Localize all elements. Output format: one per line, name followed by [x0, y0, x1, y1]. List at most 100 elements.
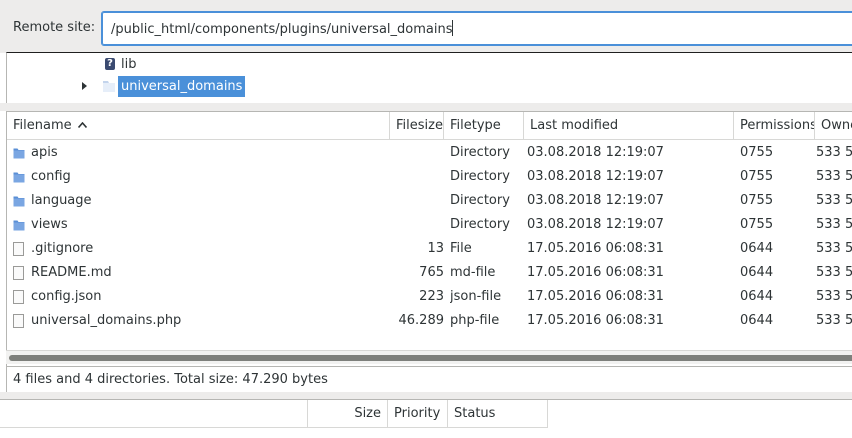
status-text: 4 files and 4 directories. Total size: 4…: [13, 372, 328, 387]
column-header-owner[interactable]: Owne: [815, 112, 852, 140]
folder-icon: [13, 220, 25, 231]
file-name: README.md: [31, 265, 112, 280]
remote-site-label: Remote site:: [13, 20, 96, 35]
cell-filename: config: [7, 165, 390, 189]
cell-filesize: 765: [419, 265, 444, 280]
tree-item-label: lib: [121, 56, 137, 72]
cell-filesize: [390, 165, 444, 189]
cell-last-modified: 03.08.2018 12:19:07: [527, 217, 664, 232]
cell-filename: .gitignore: [7, 237, 390, 261]
cell-last-modified: 17.05.2016 06:08:31: [527, 289, 664, 304]
cell-owner: 533 5: [816, 169, 852, 184]
cell-owner: 533 5: [816, 241, 852, 256]
column-header-server-local-file[interactable]: [0, 400, 308, 428]
file-name: views: [31, 217, 68, 232]
cell-filetype: php-file: [450, 313, 500, 328]
file-name: apis: [31, 145, 58, 160]
cell-filename: README.md: [7, 261, 390, 285]
file-icon: [13, 314, 24, 328]
cell-permissions: 0755: [740, 145, 774, 160]
column-header-priority[interactable]: Priority: [388, 400, 448, 428]
file-name: .gitignore: [31, 241, 94, 256]
tree-item-lib[interactable]: ? lib: [105, 53, 136, 75]
file-name: config: [31, 169, 71, 184]
table-row[interactable]: views Directory 03.08.2018 12:19:07 0755 533…: [7, 213, 852, 237]
file-list-status-bar: 4 files and 4 directories. Total size: 4…: [6, 366, 852, 392]
column-header-filetype[interactable]: Filetype: [444, 112, 524, 140]
scrollbar-thumb[interactable]: [9, 355, 852, 361]
cell-filesize: [390, 189, 444, 213]
table-row[interactable]: language Directory 03.08.2018 12:19:07 0755…: [7, 189, 852, 213]
pane-splitter[interactable]: [0, 103, 852, 111]
cell-owner: 533 5: [816, 265, 852, 280]
cell-filesize: 13: [427, 241, 444, 256]
remote-path-value: /public_html/components/plugins/universa…: [111, 22, 453, 37]
cell-last-modified: 03.08.2018 12:19:07: [527, 169, 664, 184]
table-row[interactable]: config.json 223 json-file 17.05.2016 06:08:…: [7, 285, 852, 309]
cell-owner: 533 5: [816, 193, 852, 208]
cell-last-modified: 03.08.2018 12:19:07: [527, 145, 664, 160]
remote-directory-tree[interactable]: ? lib universal_domains: [6, 52, 852, 103]
cell-permissions: 0755: [740, 169, 774, 184]
remote-path-input[interactable]: /public_html/components/plugins/universa…: [101, 11, 852, 46]
column-header-size[interactable]: Size: [308, 400, 388, 428]
cell-filetype: File: [450, 241, 472, 256]
cell-filesize: [390, 141, 444, 165]
column-header-filesize[interactable]: Filesize: [390, 112, 444, 140]
transfer-queue[interactable]: Size Priority Status: [0, 400, 852, 438]
cell-owner: 533 5: [816, 313, 852, 328]
cell-permissions: 0644: [740, 265, 774, 280]
column-header-filename[interactable]: Filename: [7, 112, 390, 140]
cell-permissions: 0644: [740, 289, 774, 304]
cell-filetype: Directory: [450, 217, 510, 232]
remote-site-bar: Remote site: /public_html/components/plu…: [0, 0, 852, 53]
folder-icon: [13, 172, 25, 183]
folder-icon: [13, 148, 25, 159]
text-caret: [452, 20, 454, 36]
cell-last-modified: 17.05.2016 06:08:31: [527, 265, 664, 280]
sort-ascending-icon: [77, 122, 87, 128]
pane-splitter[interactable]: [0, 392, 852, 400]
table-row[interactable]: apis Directory 03.08.2018 12:19:07 0755 533 …: [7, 141, 852, 165]
column-header-status[interactable]: Status: [448, 400, 548, 428]
file-name: universal_domains.php: [31, 313, 182, 328]
file-icon: [13, 290, 24, 304]
column-header-permissions[interactable]: Permissions: [734, 112, 815, 140]
cell-filetype: json-file: [450, 289, 502, 304]
cell-filename: language: [7, 189, 390, 213]
folder-icon: [103, 81, 115, 92]
tree-item-universal-domains[interactable]: universal_domains: [82, 75, 246, 97]
cell-filesize: [390, 213, 444, 237]
cell-owner: 533 5: [816, 217, 852, 232]
cell-filetype: Directory: [450, 169, 510, 184]
file-name: language: [31, 193, 92, 208]
cell-permissions: 0755: [740, 193, 774, 208]
file-icon: [13, 242, 24, 256]
cell-filesize: 223: [419, 289, 444, 304]
question-icon: ?: [105, 58, 115, 70]
cell-filename: views: [7, 213, 390, 237]
tree-item-label: universal_domains: [118, 75, 246, 97]
table-row[interactable]: README.md 765 md-file 17.05.2016 06:08:31 06…: [7, 261, 852, 285]
cell-filetype: Directory: [450, 193, 510, 208]
cell-last-modified: 17.05.2016 06:08:31: [527, 313, 664, 328]
folder-icon: [13, 196, 25, 207]
cell-filename: universal_domains.php: [7, 309, 390, 333]
cell-owner: 533 5: [816, 289, 852, 304]
cell-filetype: Directory: [450, 145, 510, 160]
cell-permissions: 0644: [740, 313, 774, 328]
table-row[interactable]: config Directory 03.08.2018 12:19:07 0755 53…: [7, 165, 852, 189]
cell-last-modified: 03.08.2018 12:19:07: [527, 193, 664, 208]
file-icon: [13, 266, 24, 280]
cell-owner: 533 5: [816, 145, 852, 160]
column-header-label: Filename: [13, 118, 72, 133]
table-row[interactable]: universal_domains.php 46.289 php-file 17.05…: [7, 309, 852, 333]
cell-permissions: 0755: [740, 217, 774, 232]
horizontal-scrollbar[interactable]: [6, 350, 852, 364]
cell-filename: apis: [7, 141, 390, 165]
cell-permissions: 0644: [740, 241, 774, 256]
table-row[interactable]: .gitignore 13 File 17.05.2016 06:08:31 0644 5…: [7, 237, 852, 261]
cell-filename: config.json: [7, 285, 390, 309]
expand-arrow-icon[interactable]: [82, 82, 87, 90]
column-header-last-modified[interactable]: Last modified: [524, 112, 734, 140]
